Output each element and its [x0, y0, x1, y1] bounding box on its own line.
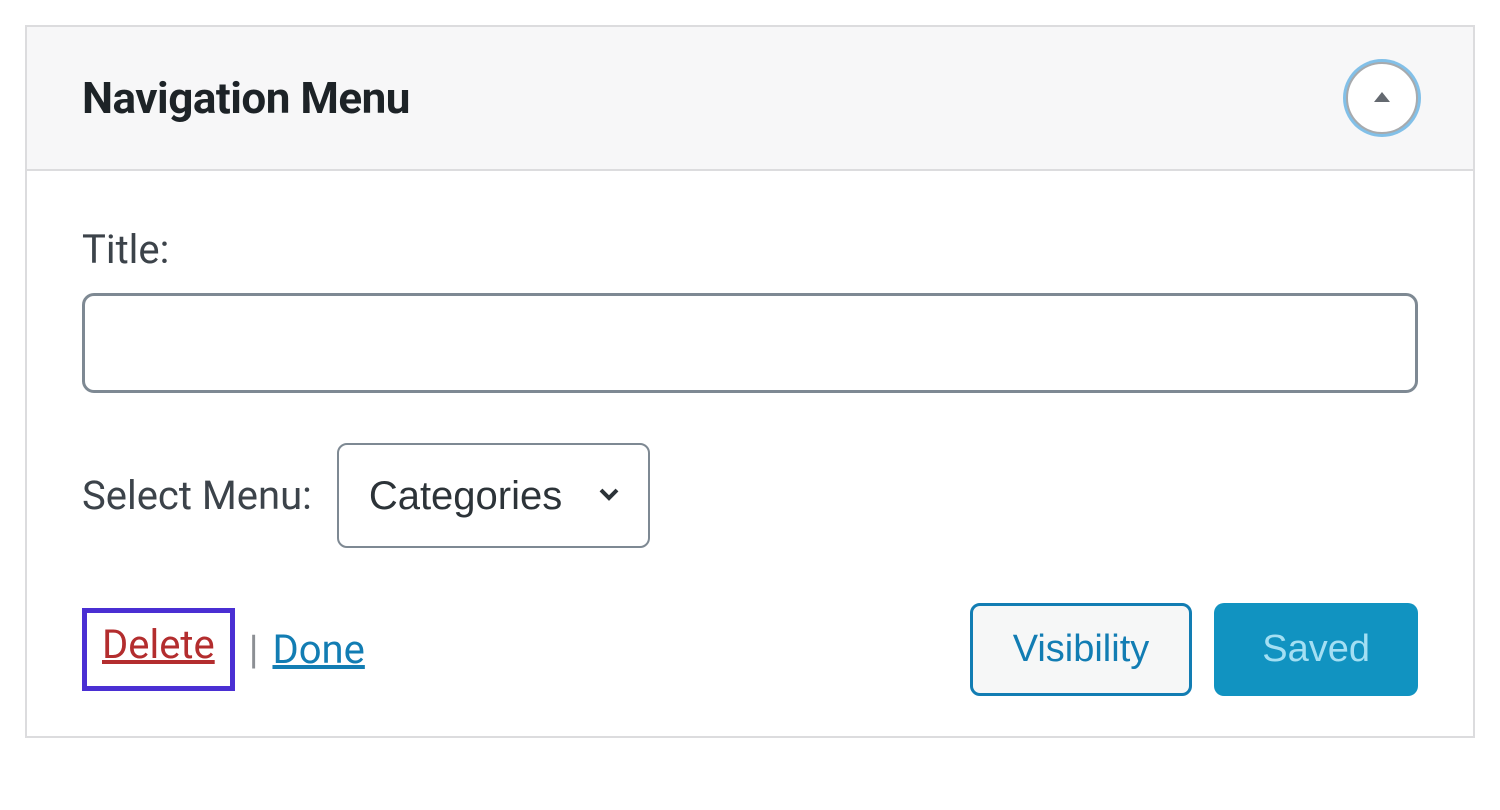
delete-highlight-box: Delete	[82, 608, 235, 691]
select-wrapper: Categories	[337, 443, 650, 548]
action-separator: |	[249, 626, 259, 673]
delete-link[interactable]: Delete	[102, 621, 215, 668]
collapse-button[interactable]	[1346, 62, 1418, 134]
widget-actions: Delete | Done Visibility Saved	[82, 603, 1418, 696]
title-label: Title:	[82, 226, 1418, 273]
select-menu-label: Select Menu:	[82, 472, 312, 519]
menu-select[interactable]: Categories	[337, 443, 650, 548]
title-field-group: Title:	[82, 226, 1418, 393]
select-menu-group: Select Menu: Categories	[82, 443, 1418, 548]
widget-body: Title: Select Menu: Categories Delete	[27, 171, 1473, 736]
right-actions: Visibility Saved	[970, 603, 1418, 696]
widget-header: Navigation Menu	[27, 27, 1473, 171]
widget-title: Navigation Menu	[82, 72, 410, 124]
saved-button[interactable]: Saved	[1214, 603, 1418, 696]
title-input[interactable]	[82, 293, 1418, 393]
done-link[interactable]: Done	[272, 626, 364, 673]
left-actions: Delete | Done	[82, 608, 365, 691]
navigation-menu-widget: Navigation Menu Title: Select Menu: Cate…	[25, 25, 1475, 738]
chevron-up-icon	[1370, 86, 1394, 110]
visibility-button[interactable]: Visibility	[970, 603, 1193, 696]
